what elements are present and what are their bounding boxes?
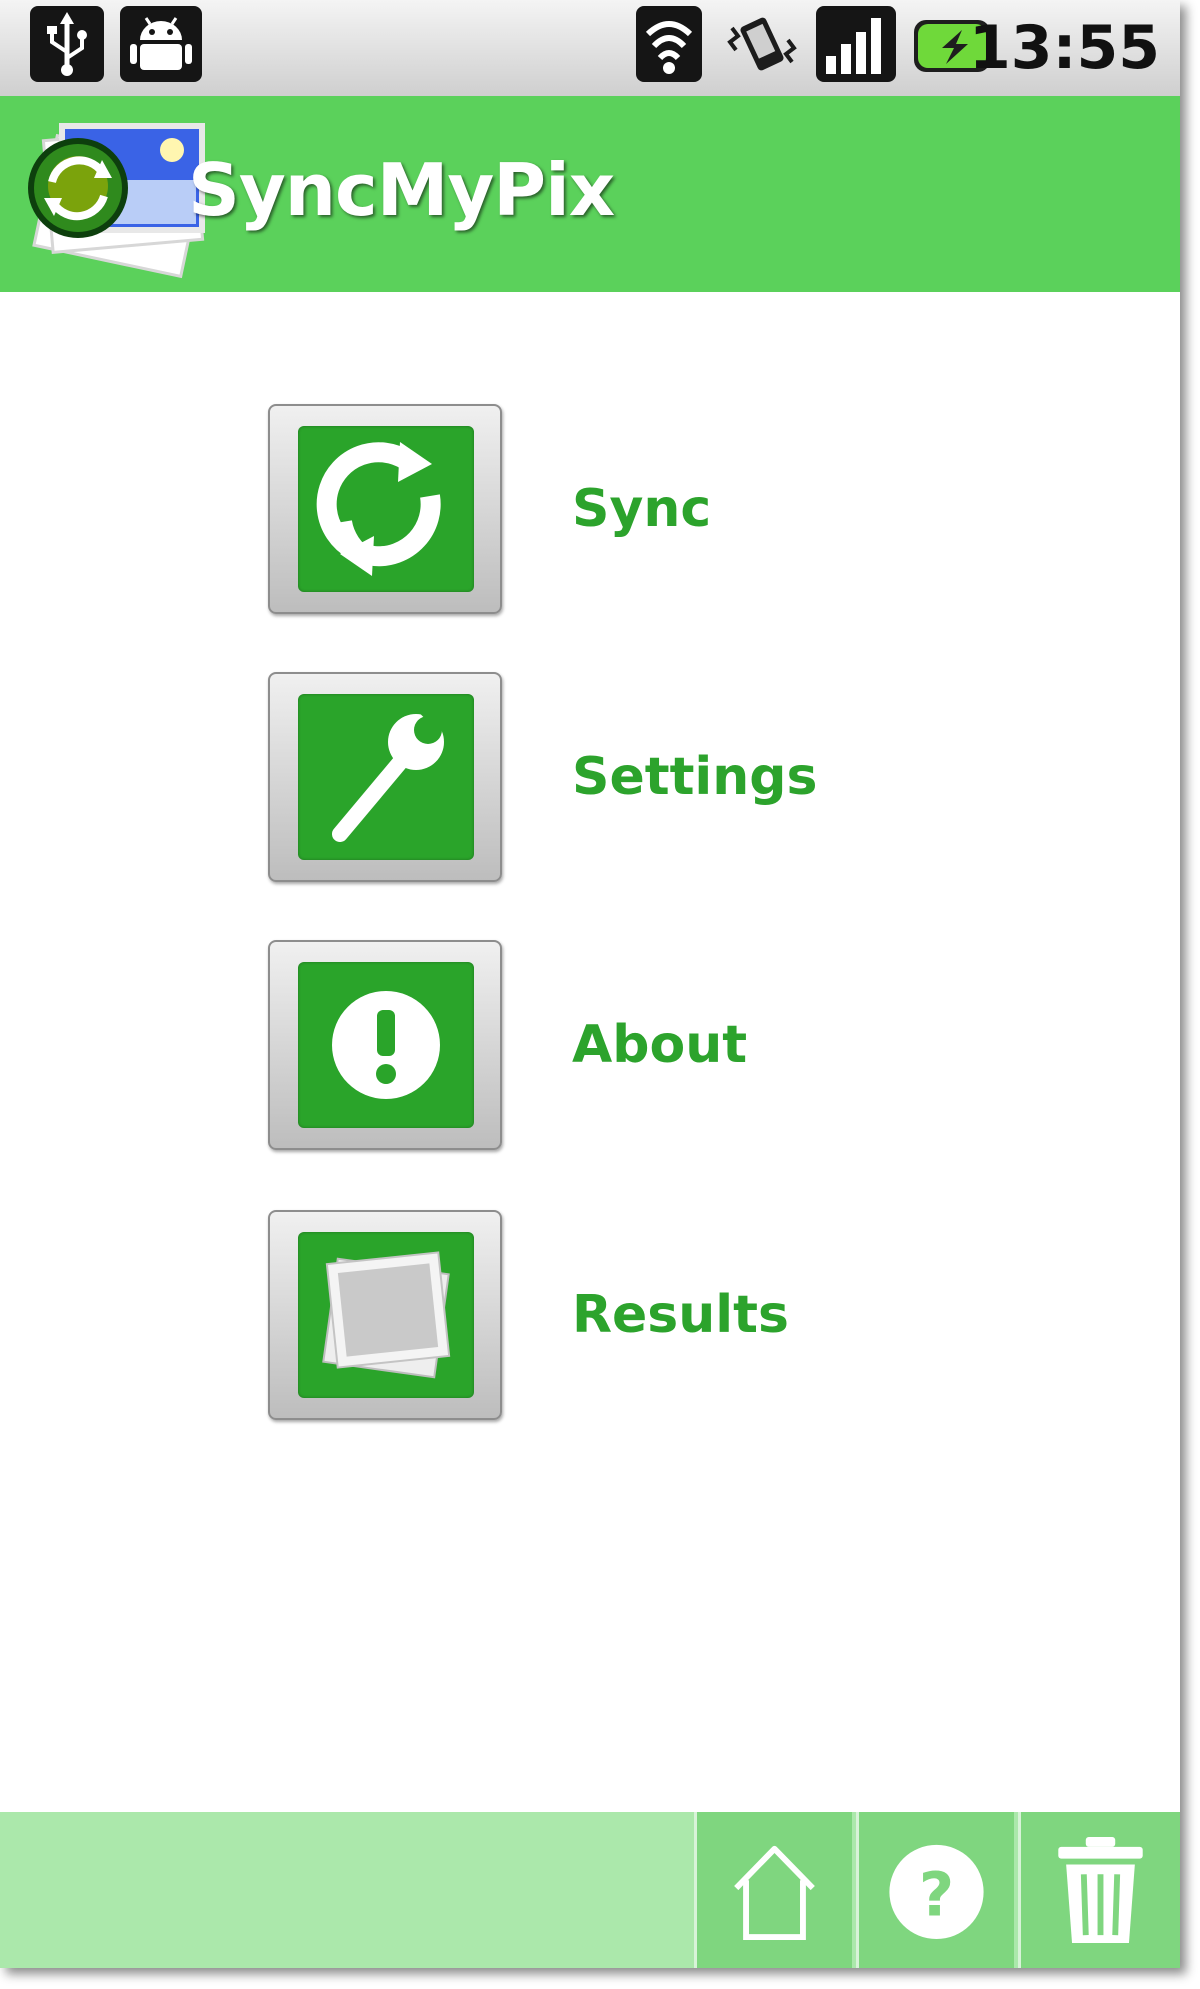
vibrate-icon: [722, 6, 802, 82]
help-icon: ?: [889, 1844, 984, 1940]
syncmypix-logo-icon: [22, 110, 212, 280]
trash-button[interactable]: [1018, 1812, 1180, 1968]
bottom-toolbar: ?: [0, 1812, 1180, 1968]
sync-tile[interactable]: [268, 404, 502, 614]
about-tile[interactable]: [268, 940, 502, 1150]
help-glyph: ?: [919, 1861, 954, 1931]
wrench-icon: [298, 694, 474, 860]
home-button[interactable]: [694, 1812, 852, 1968]
exclamation-icon: [298, 962, 474, 1128]
signal-icon: [816, 6, 896, 82]
menu-label-about[interactable]: About: [572, 1010, 747, 1080]
menu-label-results[interactable]: Results: [572, 1280, 789, 1350]
sync-icon: [298, 426, 474, 592]
menu-label-sync[interactable]: Sync: [572, 474, 711, 544]
menu-label-settings[interactable]: Settings: [572, 742, 817, 812]
usb-icon: [30, 6, 104, 82]
home-icon: [734, 1845, 815, 1941]
app-header: SyncMyPix: [0, 96, 1180, 292]
menu-item-sync[interactable]: Sync: [268, 404, 918, 618]
trash-icon: [1058, 1837, 1143, 1943]
phone-screen: 13:55 SyncMyPix Sync Settings About Resu…: [0, 0, 1180, 1968]
menu-item-results[interactable]: Results: [268, 1210, 918, 1424]
status-clock: 13:55: [969, 13, 1160, 83]
status-bar: 13:55: [0, 0, 1180, 96]
menu-item-settings[interactable]: Settings: [268, 672, 918, 886]
wifi-icon: [636, 6, 702, 82]
results-tile[interactable]: [268, 1210, 502, 1420]
app-title: SyncMyPix: [188, 148, 615, 232]
menu-item-about[interactable]: About: [268, 940, 918, 1154]
android-debug-icon: [120, 6, 202, 82]
help-button[interactable]: ?: [856, 1812, 1014, 1968]
photos-icon: [298, 1232, 474, 1398]
settings-tile[interactable]: [268, 672, 502, 882]
